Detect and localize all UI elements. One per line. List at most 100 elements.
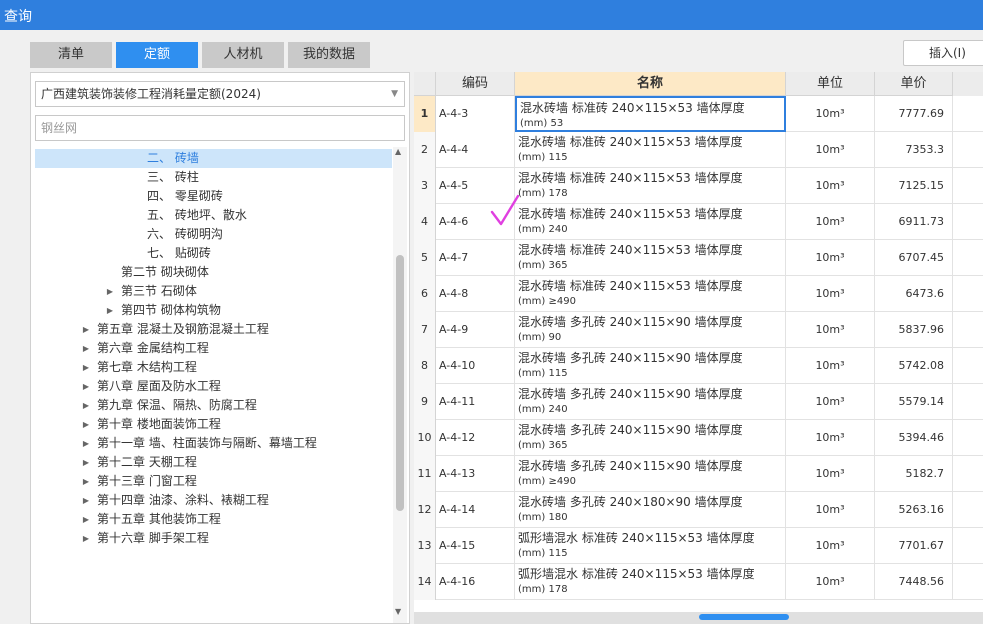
tree-item[interactable]: ▶ 第五章 混凝土及钢筋混凝土工程 — [35, 320, 392, 339]
tree-item[interactable]: ▶ 第七章 木结构工程 — [35, 358, 392, 377]
table-row[interactable]: 14 A-4-16 弧形墙混水 标准砖 240×115×53 墙体厚度 (mm) 17… — [414, 564, 983, 600]
tree-item[interactable]: ▶ 第十章 楼地面装饰工程 — [35, 415, 392, 434]
cell-code: A-4-12 — [436, 420, 515, 456]
table-row[interactable]: 12 A-4-14 混水砖墙 多孔砖 240×180×90 墙体厚度 (mm) 180… — [414, 492, 983, 528]
tree-item[interactable]: 第二节 砌块砌体 — [35, 263, 392, 282]
tab-my-data[interactable]: 我的数据 — [288, 42, 370, 68]
table-row[interactable]: 10 A-4-12 混水砖墙 多孔砖 240×115×90 墙体厚度 (mm) 365… — [414, 420, 983, 456]
tab-labor-material-machine[interactable]: 人材机 — [202, 42, 284, 68]
table-row[interactable]: 11 A-4-13 混水砖墙 多孔砖 240×115×90 墙体厚度 (mm) ≥49… — [414, 456, 983, 492]
tree-scrollbar-thumb[interactable] — [396, 255, 404, 511]
table-row[interactable]: 7 A-4-9 混水砖墙 多孔砖 240×115×90 墙体厚度 (mm) 90 10m… — [414, 312, 983, 348]
tree-scrollbar[interactable]: ▲ ▼ — [393, 147, 407, 623]
header-index — [414, 72, 436, 96]
tree-item[interactable]: 七、 贴砌砖 — [35, 244, 392, 263]
quota-library-select[interactable]: 广西建筑装饰装修工程消耗量定额(2024) ▼ — [35, 81, 405, 107]
tree-item[interactable]: ▶ 第十六章 脚手架工程 — [35, 529, 392, 548]
scroll-down-icon[interactable]: ▼ — [395, 607, 401, 616]
row-index: 14 — [414, 564, 436, 600]
expand-caret-icon[interactable]: ▶ — [81, 529, 91, 548]
expand-caret-icon[interactable]: ▶ — [105, 301, 115, 320]
cell-name-line1: 混水砖墙 多孔砖 240×115×90 墙体厚度 — [518, 387, 743, 401]
tree-item[interactable]: 三、 砖柱 — [35, 168, 392, 187]
cell-name: 混水砖墙 标准砖 240×115×53 墙体厚度 (mm) 53 — [515, 96, 786, 132]
tree-item-label: 第五章 混凝土及钢筋混凝土工程 — [97, 322, 269, 336]
insert-button[interactable]: 插入(I) — [903, 40, 983, 66]
cell-price: 6707.45 — [875, 240, 953, 276]
tree-item[interactable]: ▶ 第十一章 墙、柱面装饰与隔断、幕墙工程 — [35, 434, 392, 453]
expand-caret-icon[interactable]: ▶ — [81, 491, 91, 510]
table-row[interactable]: 5 A-4-7 混水砖墙 标准砖 240×115×53 墙体厚度 (mm) 365 10… — [414, 240, 983, 276]
cell-name: 混水砖墙 多孔砖 240×115×90 墙体厚度 (mm) 240 — [515, 384, 786, 420]
main-area: 清单 定额 人材机 我的数据 插入(I) 广西建筑装饰装修工程消耗量定额(202… — [0, 30, 983, 624]
expand-caret-icon[interactable]: ▶ — [81, 377, 91, 396]
tree-item[interactable]: ▶ 第九章 保温、隔热、防腐工程 — [35, 396, 392, 415]
table-scrollbar-thumb[interactable] — [699, 614, 789, 620]
scroll-up-icon[interactable]: ▲ — [395, 147, 401, 156]
table-horizontal-scrollbar[interactable] — [414, 612, 983, 624]
tree-item[interactable]: 五、 砖地坪、散水 — [35, 206, 392, 225]
cell-code: A-4-3 — [436, 96, 515, 132]
tree-item[interactable]: ▶ 第十三章 门窗工程 — [35, 472, 392, 491]
cell-name: 混水砖墙 多孔砖 240×115×90 墙体厚度 (mm) ≥490 — [515, 456, 786, 492]
header-name[interactable]: 名称 — [515, 72, 786, 96]
quota-table: 编码 名称 单位 单价 1 A-4-3 混水砖墙 标准砖 240×115×53 墙体… — [414, 72, 983, 624]
tree-item[interactable]: ▶ 第四节 砌体构筑物 — [35, 301, 392, 320]
cell-name-line1: 混水砖墙 多孔砖 240×115×90 墙体厚度 — [518, 459, 743, 473]
header-code[interactable]: 编码 — [436, 72, 515, 96]
cell-unit: 10m³ — [786, 312, 875, 348]
cell-name-line2: (mm) 90 — [518, 332, 562, 343]
table-row[interactable]: 9 A-4-11 混水砖墙 多孔砖 240×115×90 墙体厚度 (mm) 240 1… — [414, 384, 983, 420]
cell-price: 7777.69 — [875, 96, 953, 132]
title-bar: 查询 — [0, 0, 983, 30]
cell-unit: 10m³ — [786, 276, 875, 312]
table-row[interactable]: 8 A-4-10 混水砖墙 多孔砖 240×115×90 墙体厚度 (mm) 115 1… — [414, 348, 983, 384]
cell-code: A-4-13 — [436, 456, 515, 492]
cell-unit: 10m³ — [786, 456, 875, 492]
table-row[interactable]: 13 A-4-15 弧形墙混水 标准砖 240×115×53 墙体厚度 (mm) 11… — [414, 528, 983, 564]
window-title: 查询 — [4, 9, 32, 25]
tab-bill[interactable]: 清单 — [30, 42, 112, 68]
table-row[interactable]: 6 A-4-8 混水砖墙 标准砖 240×115×53 墙体厚度 (mm) ≥490 1… — [414, 276, 983, 312]
tree-item[interactable]: 六、 砖砌明沟 — [35, 225, 392, 244]
header-price[interactable]: 单价 — [875, 72, 953, 96]
expand-caret-icon[interactable]: ▶ — [81, 339, 91, 358]
expand-caret-icon[interactable]: ▶ — [81, 358, 91, 377]
tree-item[interactable]: 四、 零星砌砖 — [35, 187, 392, 206]
tree-item[interactable]: ▶ 第十四章 油漆、涂料、裱糊工程 — [35, 491, 392, 510]
row-index: 13 — [414, 528, 436, 564]
tab-quota[interactable]: 定额 — [116, 42, 198, 68]
table-row[interactable]: 1 A-4-3 混水砖墙 标准砖 240×115×53 墙体厚度 (mm) 53 10m… — [414, 96, 983, 132]
cell-name-line1: 混水砖墙 标准砖 240×115×53 墙体厚度 — [518, 207, 743, 221]
cell-name-line2: (mm) 180 — [518, 512, 568, 523]
expand-caret-icon[interactable]: ▶ — [81, 472, 91, 491]
tree-item-label: 六、 砖砌明沟 — [147, 227, 223, 241]
table-header: 编码 名称 单位 单价 — [414, 72, 983, 96]
header-unit[interactable]: 单位 — [786, 72, 875, 96]
tree-item[interactable]: ▶ 第十五章 其他装饰工程 — [35, 510, 392, 529]
cell-name-line1: 混水砖墙 多孔砖 240×115×90 墙体厚度 — [518, 315, 743, 329]
tree-item[interactable]: ▶ 第三节 石砌体 — [35, 282, 392, 301]
tree-item[interactable]: 二、 砖墙 — [35, 149, 392, 168]
expand-caret-icon[interactable]: ▶ — [81, 320, 91, 339]
expand-caret-icon[interactable]: ▶ — [81, 396, 91, 415]
expand-caret-icon[interactable]: ▶ — [81, 434, 91, 453]
search-input[interactable]: 钢丝网 — [35, 115, 405, 141]
expand-caret-icon[interactable]: ▶ — [81, 415, 91, 434]
cell-name-line1: 混水砖墙 标准砖 240×115×53 墙体厚度 — [518, 243, 743, 257]
tree-item[interactable]: ▶ 第八章 屋面及防水工程 — [35, 377, 392, 396]
expand-caret-icon[interactable]: ▶ — [81, 510, 91, 529]
tree-item[interactable]: ▶ 第六章 金属结构工程 — [35, 339, 392, 358]
cell-name: 混水砖墙 多孔砖 240×115×90 墙体厚度 (mm) 90 — [515, 312, 786, 348]
table-row[interactable]: 2 A-4-4 混水砖墙 标准砖 240×115×53 墙体厚度 (mm) 115 10… — [414, 132, 983, 168]
quota-library-value: 广西建筑装饰装修工程消耗量定额(2024) — [41, 87, 261, 101]
cell-name-line2: (mm) 365 — [518, 440, 568, 451]
checkmark-annotation — [490, 194, 520, 226]
expand-caret-icon[interactable]: ▶ — [105, 282, 115, 301]
tree-item[interactable]: ▶ 第十二章 天棚工程 — [35, 453, 392, 472]
cell-name-line1: 混水砖墙 标准砖 240×115×53 墙体厚度 — [520, 101, 745, 115]
expand-caret-icon[interactable]: ▶ — [81, 453, 91, 472]
left-panel: 广西建筑装饰装修工程消耗量定额(2024) ▼ 钢丝网 二、 砖墙 三、 砖柱 四、… — [30, 72, 410, 624]
cell-code: A-4-10 — [436, 348, 515, 384]
cell-name: 混水砖墙 多孔砖 240×180×90 墙体厚度 (mm) 180 — [515, 492, 786, 528]
